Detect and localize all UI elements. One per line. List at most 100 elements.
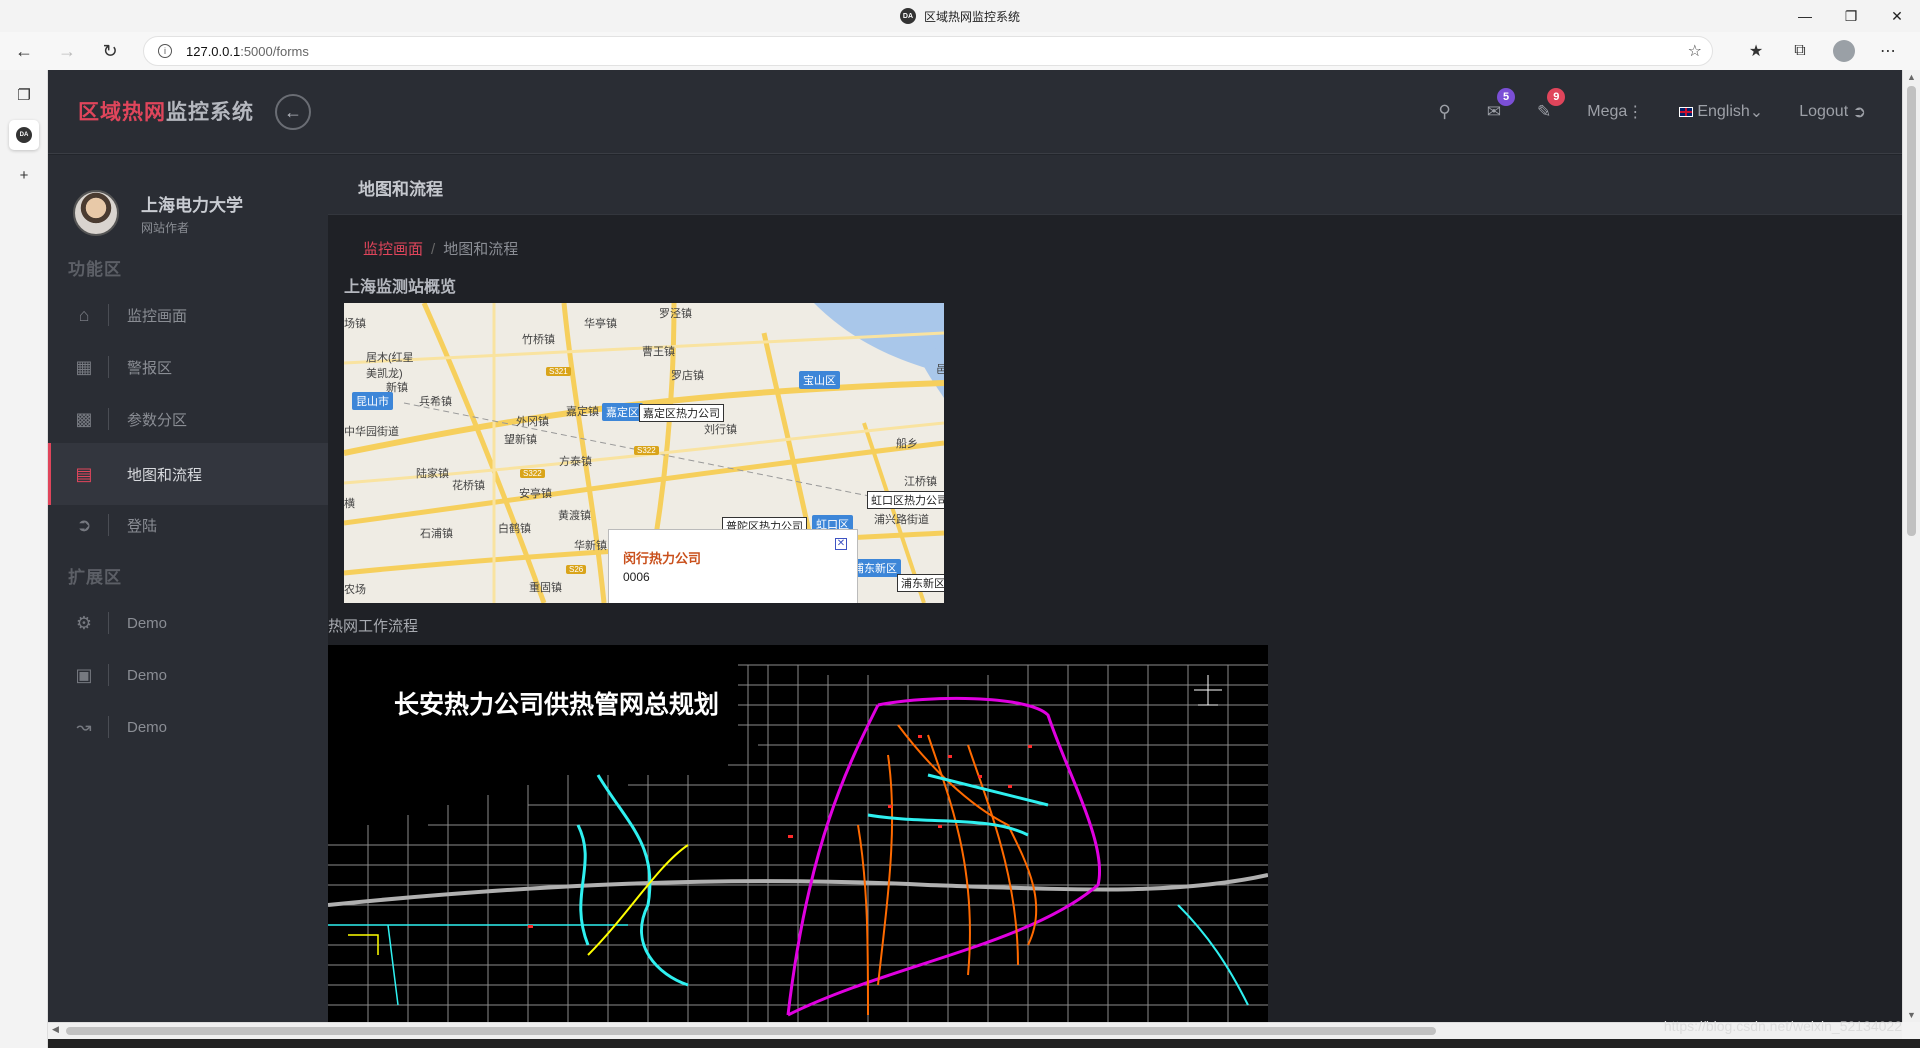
company-marker[interactable]: 浦东新区 <box>897 574 944 592</box>
sidebar-item-params[interactable]: ▩ 参数分区 <box>48 388 328 450</box>
app-logo[interactable]: 区域热网监控系统 <box>78 96 254 126</box>
sidebar-item-label: 参数分区 <box>127 411 188 429</box>
district-tag[interactable]: 昆山市 <box>352 392 393 410</box>
site-info-icon[interactable]: i <box>158 44 172 58</box>
taskbar <box>48 1039 1920 1048</box>
vertical-tab-strip: ❐ DA + <box>0 70 48 1048</box>
map-label: 农场 <box>344 584 366 596</box>
map-info-popup: 闵行热力公司 0006 ✕ <box>608 529 858 603</box>
presentation-icon: ▣ <box>75 664 93 685</box>
sidebar-toggle-arrow-icon[interactable]: ← <box>275 94 311 130</box>
company-marker[interactable]: 虹口区热力公司 <box>867 491 944 509</box>
map-label: 江桥镇 <box>904 476 937 488</box>
map-label: 白鹤镇 <box>498 523 531 535</box>
forward-arrow-icon[interactable]: → <box>48 36 86 66</box>
avatar[interactable] <box>73 190 119 236</box>
road-shield: S321 <box>546 367 571 376</box>
mail-badge: 5 <box>1497 88 1516 106</box>
map-label: 横 <box>344 498 355 510</box>
district-tag[interactable]: 宝山区 <box>799 371 840 389</box>
sidebar-item-label: 登陆 <box>127 517 158 535</box>
sidebar-section-extensions: 扩展区 <box>68 568 122 587</box>
user-name: 上海电力大学 <box>141 195 243 215</box>
scroll-up-icon[interactable]: ▲ <box>1907 72 1916 82</box>
restore-icon[interactable]: ❐ <box>1828 0 1874 32</box>
close-icon[interactable]: ✕ <box>1874 0 1920 32</box>
map-label: 望新镇 <box>504 434 537 446</box>
shanghai-map[interactable]: 场镇 竹桥镇 华亭镇 罗泾镇 居木(红星美凯龙) 曹王镇 罗店镇 新镇 兵希镇 … <box>344 303 944 603</box>
app-header: 区域热网监控系统 ← ⚲ ✉ 5 ✎ 9 Mega ⋮ English ⌄ Logout… <box>48 70 1902 154</box>
breadcrumb-current: 地图和流程 <box>443 241 519 258</box>
map-label: 浦兴路街道 <box>874 514 929 526</box>
scroll-left-icon[interactable]: ◀ <box>52 1024 59 1035</box>
vertical-scroll-thumb[interactable] <box>1907 86 1916 536</box>
mega-menu-button[interactable]: Mega ⋮ <box>1587 102 1643 122</box>
page-title: 地图和流程 <box>358 180 443 199</box>
map-label: 兵希镇 <box>419 396 452 408</box>
heat-network-plan-image: 长安热力公司供热管网总规划 <box>328 645 1268 1022</box>
user-profile: 上海电力大学 网站作者 <box>73 190 243 236</box>
profile-avatar-icon[interactable] <box>1833 40 1855 62</box>
road-shield: S322 <box>520 469 545 478</box>
language-selector[interactable]: English ⌄ <box>1679 102 1763 122</box>
back-arrow-icon[interactable]: ← <box>5 36 43 66</box>
logout-button[interactable]: Logout ➲ <box>1799 102 1866 122</box>
search-icon[interactable]: ⚲ <box>1438 102 1450 122</box>
vertical-scrollbar[interactable]: ▲ ▼ <box>1902 70 1920 1022</box>
scroll-down-icon[interactable]: ▼ <box>1907 1010 1916 1020</box>
user-role: 网站作者 <box>141 220 190 235</box>
tab-actions-icon[interactable]: ❐ <box>9 80 39 110</box>
sidebar-item-label: Demo <box>127 666 168 684</box>
map-label: 竹桥镇 <box>522 334 555 346</box>
mail-icon[interactable]: ✉ 5 <box>1487 88 1516 122</box>
map-label: 华新镇 <box>574 540 607 552</box>
map-label: 邑 <box>936 364 944 376</box>
clipboard-icon: ▤ <box>75 463 93 484</box>
browser-tab-title: 区域热网监控系统 <box>923 9 1020 24</box>
url-host: 127.0.0.1 <box>186 43 241 59</box>
url-path: :5000/forms <box>240 43 309 59</box>
map-label: 重固镇 <box>529 582 562 594</box>
watermark-text: https://blog.csdn.net/weixin_52134022 <box>1663 1018 1902 1034</box>
menu-separator <box>108 408 109 430</box>
refresh-icon[interactable]: ↻ <box>91 36 129 66</box>
window-controls: — ❐ ✕ <box>1782 0 1920 32</box>
menu-separator <box>108 463 109 485</box>
address-bar[interactable]: i 127.0.0.1:5000/forms ☆ <box>143 36 1713 66</box>
map-label: 石浦镇 <box>420 528 453 540</box>
active-tab[interactable]: DA <box>9 120 39 150</box>
browser-toolbar: ← → ↻ i 127.0.0.1:5000/forms ☆ ★ ⧉ ⋯ <box>0 32 1920 70</box>
sidebar-item-label: 地图和流程 <box>127 466 203 484</box>
logo-text: 监控系统 <box>166 101 254 124</box>
road-shield: S322 <box>634 446 659 455</box>
more-menu-icon[interactable]: ⋯ <box>1866 36 1910 66</box>
line-chart-icon: ↝ <box>76 716 92 737</box>
sidebar-item-login[interactable]: ➲ 登陆 <box>48 494 328 556</box>
horizontal-scroll-thumb[interactable] <box>66 1027 1436 1035</box>
gear-icon: ⚙ <box>75 612 93 633</box>
breadcrumb-separator: / <box>431 241 436 258</box>
map-label: 嘉定镇 <box>566 406 599 418</box>
favorites-icon[interactable]: ★ <box>1734 36 1778 66</box>
district-tag[interactable]: 嘉定区 <box>602 403 643 421</box>
notification-icon[interactable]: ✎ 9 <box>1537 88 1566 122</box>
sidebar-item-label: 监控画面 <box>127 307 188 325</box>
mega-label: Mega <box>1587 103 1628 120</box>
popup-close-icon[interactable]: ✕ <box>835 538 847 550</box>
map-label: 外冈镇 <box>516 416 549 428</box>
map-label: 黄渡镇 <box>558 510 591 522</box>
breadcrumb-home-link[interactable]: 监控画面 <box>363 241 423 258</box>
sidebar-item-demo-3[interactable]: ↝ Demo <box>48 696 328 758</box>
company-marker[interactable]: 嘉定区热力公司 <box>639 404 724 422</box>
site-favicon-icon: DA <box>899 8 916 24</box>
flow-section-title: 热网工作流程 <box>328 618 419 635</box>
header-actions: ⚲ ✉ 5 ✎ 9 Mega ⋮ English ⌄ Logout ➲ <box>1438 70 1902 154</box>
add-favorite-icon[interactable]: ☆ <box>1688 41 1702 61</box>
menu-separator <box>108 356 109 378</box>
collections-icon[interactable]: ⧉ <box>1778 36 1822 66</box>
map-label: 船乡 <box>896 438 918 450</box>
map-label: 刘行镇 <box>704 424 737 436</box>
minimize-icon[interactable]: — <box>1782 0 1828 32</box>
new-tab-icon[interactable]: + <box>9 160 39 190</box>
horizontal-scrollbar[interactable]: ◀ <box>48 1022 1902 1039</box>
